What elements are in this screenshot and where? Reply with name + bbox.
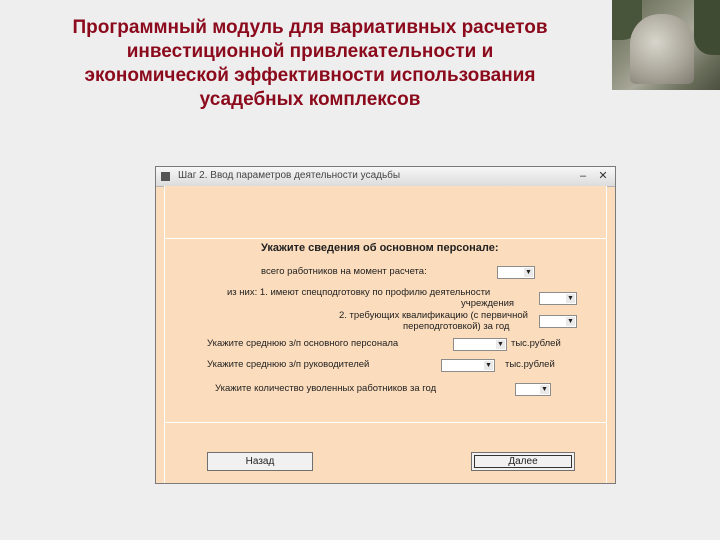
- slide-title-line-2: инвестиционной привлекательности и: [126, 41, 494, 62]
- slide-title: Программный модуль для вариативных расче…: [40, 16, 580, 112]
- form-heading: Укажите сведения об основном персонале:: [261, 242, 499, 254]
- dismissed-staff-combo[interactable]: ▼: [515, 383, 551, 396]
- panel-divider-top: [165, 238, 606, 239]
- chevron-down-icon[interactable]: ▼: [566, 294, 575, 303]
- panel-divider-bottom: [165, 422, 606, 423]
- window-titlebar[interactable]: Шаг 2. Ввод параметров деятельности усад…: [156, 167, 615, 187]
- slide-title-line-4: усадебных комплексов: [199, 89, 421, 110]
- params-window: Шаг 2. Ввод параметров деятельности усад…: [155, 166, 616, 484]
- avg-salary-managers-combo[interactable]: ▼: [441, 359, 495, 372]
- chevron-down-icon[interactable]: ▼: [484, 361, 493, 370]
- requalification-combo[interactable]: ▼: [539, 315, 577, 328]
- chevron-down-icon[interactable]: ▼: [524, 268, 533, 277]
- avg-salary-staff-label: Укажите среднюю з/п основного персонала: [207, 338, 399, 349]
- form-panel: Укажите сведения об основном персонале: …: [164, 186, 607, 483]
- chevron-down-icon[interactable]: ▼: [566, 317, 575, 326]
- requalification-label-2: переподготовкой) за год: [403, 321, 510, 332]
- photo-stone-sculpture: [630, 14, 694, 84]
- dismissed-staff-label: Укажите количество уволенных работников …: [215, 383, 437, 394]
- minimize-button[interactable]: –: [576, 169, 590, 183]
- avg-salary-managers-label: Укажите среднюю з/п руководителей: [207, 359, 370, 370]
- photo-foliage-right: [694, 0, 720, 55]
- chevron-down-icon[interactable]: ▼: [496, 340, 505, 349]
- close-button[interactable]: ✕: [596, 169, 610, 183]
- manor-photo: [612, 0, 720, 90]
- back-button[interactable]: Назад: [207, 452, 313, 471]
- window-title: Шаг 2. Ввод параметров деятельности усад…: [178, 170, 401, 181]
- total-staff-combo[interactable]: ▼: [497, 266, 535, 279]
- chevron-down-icon[interactable]: ▼: [540, 385, 549, 394]
- avg-salary-managers-unit: тыс.рублей: [505, 359, 555, 370]
- app-icon: [161, 172, 170, 181]
- slide-title-line-3: экономической эффективности использовани…: [84, 65, 536, 86]
- requalification-label: 2. требующих квалификацию (с первичной: [339, 310, 528, 321]
- avg-salary-staff-combo[interactable]: ▼: [453, 338, 507, 351]
- specialized-staff-combo[interactable]: ▼: [539, 292, 577, 305]
- slide-title-line-1: Программный модуль для вариативных расче…: [72, 17, 548, 38]
- total-staff-label: всего работников на момент расчета:: [261, 266, 427, 277]
- avg-salary-staff-unit: тыс.рублей: [511, 338, 561, 349]
- specialized-staff-label: из них: 1. имеют спецподготовку по профи…: [227, 287, 491, 298]
- specialized-staff-label-2: учреждения: [461, 298, 515, 309]
- next-button[interactable]: Далее: [471, 452, 575, 471]
